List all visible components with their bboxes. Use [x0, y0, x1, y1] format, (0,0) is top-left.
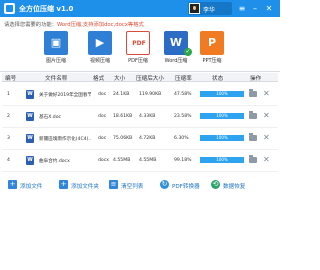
ppt-compress-icon: P: [200, 31, 224, 55]
progress-text: 100%: [216, 135, 228, 140]
compressed-size: 4.33KB: [139, 114, 156, 119]
bottom-label: 清空列表: [121, 184, 144, 190]
header-format: 格式: [93, 76, 105, 82]
tip-highlight: Word压缩,支持添加doc,docx等格式: [56, 22, 144, 28]
word-file-icon: [26, 112, 34, 121]
tool-label: 视频压缩: [89, 58, 110, 64]
file-name: 关于做好2019年全国春节...: [39, 93, 91, 98]
header-size: 大小: [114, 76, 126, 82]
close-icon[interactable]: ✕: [263, 2, 275, 15]
word-compress-button[interactable]: W ✓ Word压缩: [160, 31, 192, 73]
file-format: doc: [98, 92, 107, 97]
menu-icon[interactable]: ≡: [236, 2, 248, 15]
file-size: 4.55MB: [113, 158, 131, 163]
compressed-size: 119.90KB: [139, 92, 162, 97]
word-compress-icon: W ✓: [164, 31, 192, 56]
app-logo-icon: [4, 3, 15, 14]
pdf-converter-icon: ↻: [160, 180, 169, 189]
open-folder-icon[interactable]: [249, 155, 257, 163]
file-format: doc: [98, 136, 107, 141]
file-size: 18.61KB: [113, 114, 133, 119]
feature-tip: 请选择您需要的功能：Word压缩,支持添加doc,docx等格式: [4, 20, 144, 28]
delete-icon[interactable]: ✕: [263, 89, 270, 99]
bottom-action-bar: + 添加文件 + 添加文件夹 ≡ 清空列表 ↻ PDF转换器 ⟲ 数据恢复: [0, 179, 280, 191]
header-ratio: 压缩率: [175, 76, 192, 82]
progress-text: 100%: [216, 113, 228, 118]
progress-text: 100%: [216, 157, 228, 162]
bottom-label: 添加文件夹: [71, 184, 99, 190]
file-name: 曲阜合约.docx: [39, 159, 70, 164]
delete-icon[interactable]: ✕: [263, 111, 270, 121]
progress-bar: 100%: [200, 91, 244, 97]
header-actions: 操作: [250, 76, 262, 82]
open-folder-icon[interactable]: [249, 89, 257, 97]
add-folder-icon: +: [59, 180, 68, 189]
row-index: 2: [7, 114, 10, 119]
ppt-compress-button[interactable]: P PPT压缩: [196, 31, 228, 73]
file-name: 新疆區塊雨作示化(4C4)...: [39, 137, 91, 142]
compression-ratio: 23.58%: [174, 114, 192, 119]
tool-label: 图片压缩: [45, 58, 66, 64]
bottom-label: 添加文件: [20, 184, 43, 190]
header-status: 状态: [212, 76, 224, 82]
bottom-label: 数据恢复: [223, 184, 246, 190]
row-index: 1: [7, 92, 10, 97]
user-name: 李华: [203, 7, 216, 14]
minimize-icon[interactable]: –: [249, 2, 261, 15]
header-name: 文件名称: [45, 76, 68, 82]
image-compress-icon: ▣: [44, 31, 68, 55]
user-account[interactable]: 李华: [188, 2, 232, 15]
data-recovery-icon: ⟲: [211, 180, 220, 189]
compressed-size: 4.72KB: [139, 136, 156, 141]
bottom-label: PDF转换器: [172, 184, 200, 190]
table-row[interactable]: 1 关于做好2019年全国春节... doc 24.1KB 119.90KB 4…: [2, 84, 278, 106]
tip-prefix: 请选择您需要的功能：: [4, 22, 57, 28]
table-header: 编号 文件名称 格式 大小 压缩后大小 压缩率 状态 操作: [2, 73, 278, 82]
progress-bar: 100%: [200, 157, 244, 163]
image-compress-button[interactable]: ▣ 图片压缩: [40, 31, 72, 73]
feature-toolbar: 请选择您需要的功能：Word压缩,支持添加doc,docx等格式 ▣ 图片压缩 …: [0, 17, 280, 72]
word-file-icon: [26, 134, 34, 143]
file-size: 24.1KB: [113, 92, 130, 97]
file-name: 基石X.doc: [39, 115, 62, 120]
progress-bar: 100%: [200, 135, 244, 141]
file-format: doc: [98, 114, 107, 119]
header-after: 压缩后大小: [136, 76, 164, 82]
open-folder-icon[interactable]: [249, 111, 257, 119]
avatar: [189, 3, 200, 14]
tool-label: PDF压缩: [128, 58, 148, 64]
add-file-icon: +: [8, 180, 17, 189]
tool-label: PPT压缩: [202, 58, 222, 64]
row-index: 4: [7, 158, 10, 163]
header-index: 编号: [5, 76, 17, 82]
table-row[interactable]: 4 曲阜合约.docx docx 4.55MB 4.55MB 99.18% 10…: [2, 150, 278, 172]
delete-icon[interactable]: ✕: [263, 155, 270, 165]
open-folder-icon[interactable]: [249, 133, 257, 141]
video-compress-icon: ▶: [88, 31, 112, 55]
delete-icon[interactable]: ✕: [263, 133, 270, 143]
pdf-compress-button[interactable]: PDF PDF压缩: [122, 31, 154, 73]
selected-check-icon: ✓: [184, 48, 192, 56]
tool-label: Word压缩: [164, 58, 188, 64]
table-row[interactable]: 2 基石X.doc doc 18.61KB 4.33KB 23.58% 100%…: [2, 106, 278, 128]
title-bar: 全方位压缩 v1.0 李华 ≡ – ✕: [0, 0, 280, 17]
clear-list-icon: ≡: [109, 180, 118, 189]
compression-ratio: 6.30%: [174, 136, 189, 141]
table-row[interactable]: 3 新疆區塊雨作示化(4C4)... doc 75.06KB 4.72KB 6.…: [2, 128, 278, 150]
compression-ratio: 99.18%: [174, 158, 192, 163]
pdf-compress-icon: PDF: [126, 31, 150, 55]
file-format: docx: [98, 158, 109, 163]
app-title: 全方位压缩 v1.0: [19, 5, 74, 13]
word-file-icon: [26, 90, 34, 99]
progress-bar: 100%: [200, 113, 244, 119]
video-compress-button[interactable]: ▶ 视频压缩: [84, 31, 116, 73]
empty-area: [0, 195, 280, 270]
compression-ratio: 47.58%: [174, 92, 192, 97]
file-table: 编号 文件名称 格式 大小 压缩后大小 压缩率 状态 操作 1 关于做好2019…: [2, 73, 278, 173]
file-size: 75.06KB: [113, 136, 133, 141]
word-file-icon: [26, 156, 34, 165]
progress-text: 100%: [216, 91, 228, 96]
compressed-size: 4.55MB: [139, 158, 157, 163]
row-index: 3: [7, 136, 10, 141]
